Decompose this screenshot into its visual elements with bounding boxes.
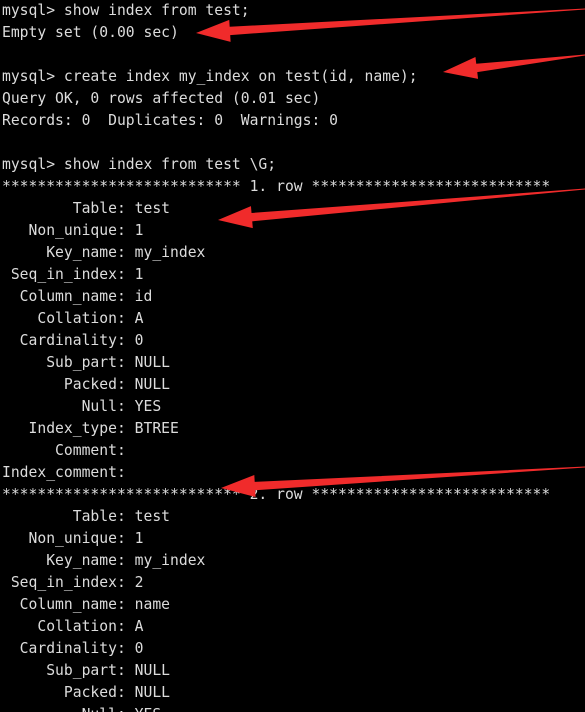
terminal-window[interactable]: mysql> show index from test; Empty set (… <box>0 0 585 712</box>
console-output: mysql> show index from test; Empty set (… <box>2 2 551 712</box>
